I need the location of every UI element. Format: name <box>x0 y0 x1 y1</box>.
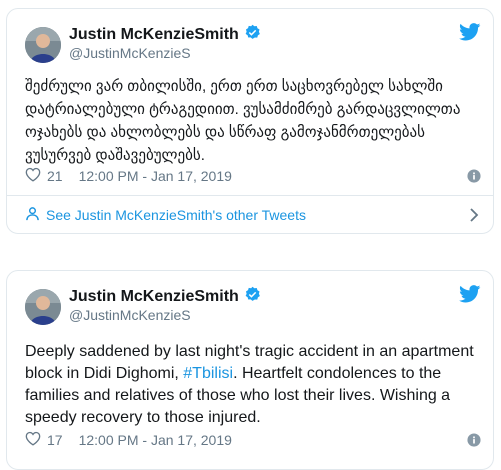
tweet-timestamp[interactable]: 12:00 PM - Jan 17, 2019 <box>79 432 232 448</box>
person-icon <box>25 206 40 224</box>
twitter-bird-icon[interactable] <box>459 285 481 308</box>
info-icon[interactable] <box>467 169 481 188</box>
avatar[interactable] <box>25 27 61 63</box>
hashtag-link[interactable]: #Tbilisi <box>183 365 233 382</box>
see-other-tweets-link[interactable]: See Justin McKenzieSmith's other Tweets <box>25 206 306 224</box>
verified-badge-icon <box>244 286 261 308</box>
author-name[interactable]: Justin McKenzieSmith <box>69 288 239 306</box>
tweet-text: შეძრული ვარ თბილისში, ერთ ერთ საცხოვრებე… <box>25 78 461 164</box>
info-icon[interactable] <box>467 433 481 452</box>
avatar[interactable] <box>25 289 61 325</box>
like-heart-icon[interactable] <box>25 167 41 185</box>
author-name[interactable]: Justin McKenzieSmith <box>69 26 239 44</box>
author-handle[interactable]: @JustinMcKenzieS <box>69 307 191 323</box>
tweet-card: Justin McKenzieSmith @JustinMcKenzieS De… <box>6 270 494 470</box>
twitter-bird-icon[interactable] <box>459 23 481 46</box>
tweet-timestamp[interactable]: 12:00 PM - Jan 17, 2019 <box>79 168 232 184</box>
tweet-text: Deeply saddened by last night's tragic a… <box>25 341 485 429</box>
like-count[interactable]: 21 <box>47 168 63 184</box>
divider <box>7 195 493 196</box>
chevron-right-icon[interactable] <box>469 208 479 227</box>
like-heart-icon[interactable] <box>25 431 41 449</box>
see-other-tweets-label[interactable]: See Justin McKenzieSmith's other Tweets <box>46 207 306 223</box>
author-handle[interactable]: @JustinMcKenzieS <box>69 45 191 61</box>
tweet-card: Justin McKenzieSmith @JustinMcKenzieS შე… <box>6 8 494 234</box>
verified-badge-icon <box>244 24 261 46</box>
like-count[interactable]: 17 <box>47 432 63 448</box>
